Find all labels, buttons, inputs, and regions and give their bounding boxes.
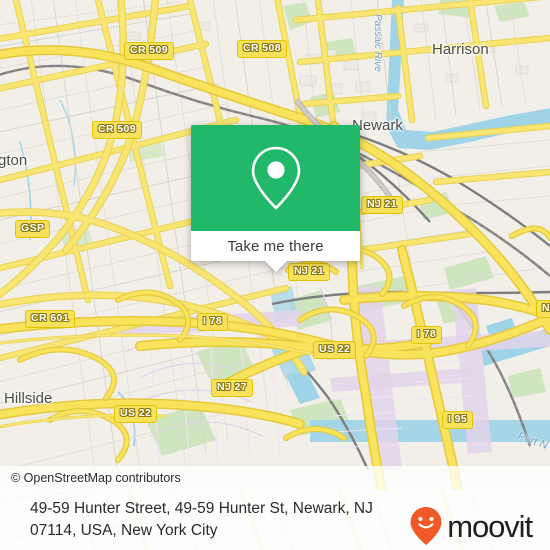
osm-attribution-text[interactable]: © OpenStreetMap contributors <box>0 471 181 485</box>
shield-gsp[interactable]: GSP <box>15 220 51 238</box>
shield-i-78-east[interactable]: I 78 <box>411 326 443 344</box>
map-pin-icon <box>251 146 300 210</box>
shield-nj-27[interactable]: NJ 27 <box>211 379 254 397</box>
map-attribution-bar: © OpenStreetMap contributors <box>0 466 550 490</box>
take-me-there-label: Take me there <box>227 237 324 255</box>
place-label-irvington: gton <box>0 152 28 169</box>
place-label-hillside: Hillside <box>4 390 53 407</box>
shield-us-22-east[interactable]: US 22 <box>313 341 357 359</box>
shield-nj-edge[interactable]: N <box>536 300 550 318</box>
address-text: 49-59 Hunter Street, 49-59 Hunter St, Ne… <box>0 498 373 542</box>
address-line-1: 49-59 Hunter Street, 49-59 Hunter St, Ne… <box>30 500 373 517</box>
shield-i-78-west[interactable]: I 78 <box>197 313 229 331</box>
map-screenshot: .land{fill:#f2efe9} .blk{fill:#eceae4;st… <box>0 0 550 550</box>
footer-bar: 49-59 Hunter Street, 49-59 Hunter St, Ne… <box>0 490 550 550</box>
popup-marker-area <box>191 125 360 231</box>
shield-us-22-west[interactable]: US 22 <box>114 405 158 423</box>
place-label-harrison: Harrison <box>432 41 489 58</box>
water-label-passaic-river: Passaic Rive <box>372 14 383 72</box>
moovit-wordmark: moovit <box>447 508 533 544</box>
map-canvas[interactable]: .land{fill:#f2efe9} .blk{fill:#eceae4;st… <box>0 0 550 490</box>
shield-cr-601[interactable]: CR 601 <box>25 310 76 328</box>
popup-action-bar[interactable]: Take me there <box>191 231 360 261</box>
moovit-logo[interactable]: moovit <box>409 506 533 546</box>
shield-nj-21-upper[interactable]: NJ 21 <box>361 196 404 214</box>
moovit-pin-smile-icon <box>410 507 442 545</box>
popup-pointer-tail <box>264 261 287 272</box>
shield-nj-21-lower[interactable]: NJ 21 <box>288 263 331 281</box>
shield-cr-508[interactable]: CR 508 <box>237 40 288 58</box>
shield-i-95[interactable]: I 95 <box>442 411 474 429</box>
address-line-2: 07114, USA, New York City <box>30 522 218 539</box>
location-popup[interactable]: Take me there <box>191 125 360 272</box>
shield-cr-509-west[interactable]: CR 509 <box>92 121 143 139</box>
shield-cr-509-north[interactable]: CR 509 <box>124 42 175 60</box>
